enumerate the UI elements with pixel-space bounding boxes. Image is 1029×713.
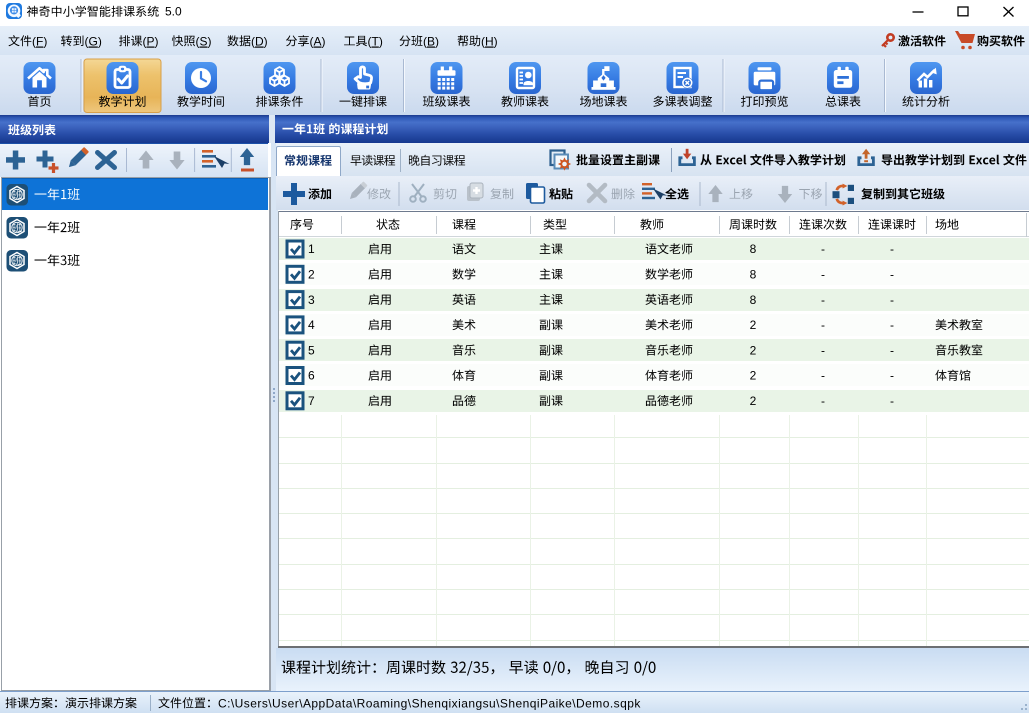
svg-text:(S): (S) [196, 35, 212, 49]
svg-text:-: - [890, 242, 894, 256]
svg-text:2: 2 [750, 318, 757, 332]
svg-text:(H): (H) [481, 35, 498, 49]
svg-text:(G): (G) [85, 35, 102, 49]
svg-text:-: - [821, 343, 825, 357]
svg-text:-: - [890, 394, 894, 408]
svg-text:6: 6 [308, 369, 315, 383]
svg-text:-: - [890, 318, 894, 332]
svg-text:2: 2 [308, 268, 315, 282]
svg-text:8: 8 [750, 268, 757, 282]
svg-text:(D): (D) [251, 35, 268, 49]
svg-text:(B): (B) [423, 35, 439, 49]
svg-text:8: 8 [750, 293, 757, 307]
svg-text:-: - [821, 369, 825, 383]
svg-text:1: 1 [308, 242, 315, 256]
svg-text:(P): (P) [143, 35, 159, 49]
svg-text:5: 5 [308, 343, 315, 357]
svg-text:-: - [890, 268, 894, 282]
svg-text:3: 3 [308, 293, 315, 307]
svg-text:C:\Users\User\AppData\Roaming\: C:\Users\User\AppData\Roaming\Shenqixian… [218, 697, 641, 711]
svg-text:-: - [821, 242, 825, 256]
svg-text:8: 8 [750, 242, 757, 256]
svg-text:-: - [890, 293, 894, 307]
svg-text:(F): (F) [32, 35, 47, 49]
svg-text:-: - [821, 394, 825, 408]
svg-text:-: - [890, 343, 894, 357]
svg-text:2: 2 [750, 343, 757, 357]
svg-text:5.0: 5.0 [165, 5, 182, 19]
svg-text:-: - [821, 293, 825, 307]
svg-text:-: - [821, 268, 825, 282]
svg-text:2: 2 [750, 369, 757, 383]
svg-text:-: - [821, 318, 825, 332]
svg-text:(T): (T) [368, 35, 383, 49]
svg-text:4: 4 [308, 318, 315, 332]
svg-text:-: - [890, 369, 894, 383]
svg-text:7: 7 [308, 394, 315, 408]
svg-text:(A): (A) [310, 35, 326, 49]
svg-text:2: 2 [750, 394, 757, 408]
